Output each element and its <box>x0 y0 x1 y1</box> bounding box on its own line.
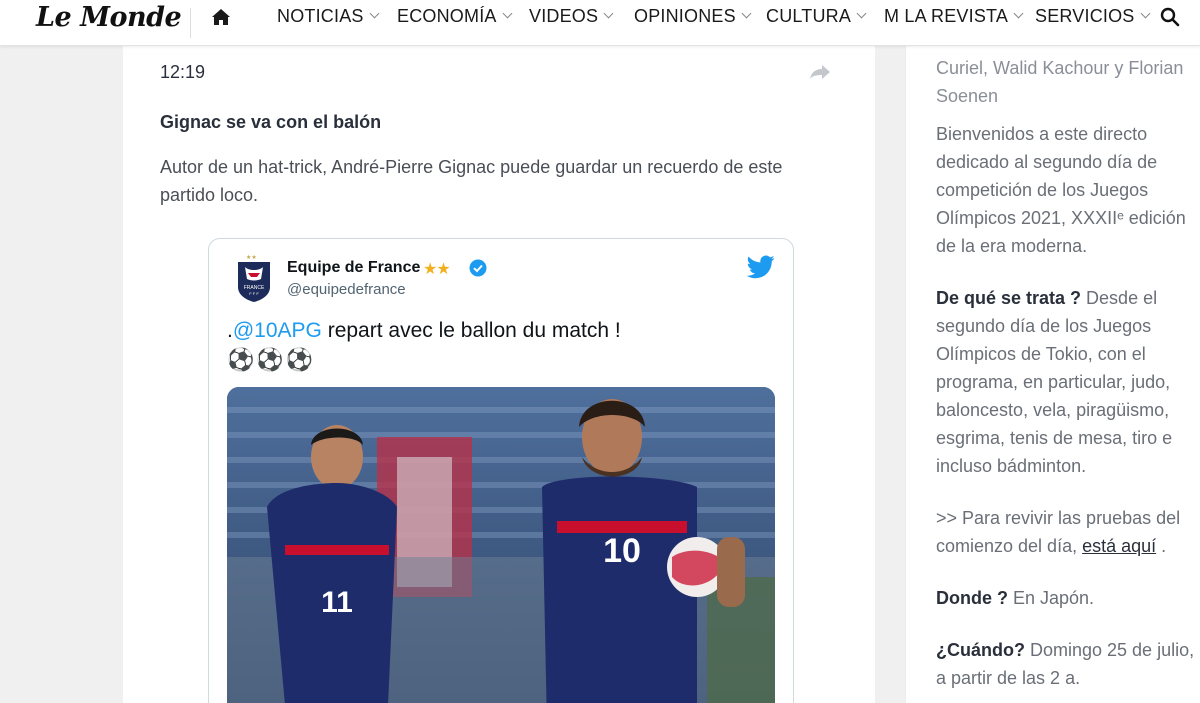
post-time: 12:19 <box>160 62 206 82</box>
tweet-author-name[interactable]: Equipe de France <box>287 259 420 277</box>
players-photo-illustration: 11 10 <box>227 387 775 703</box>
what-label: De qué se trata ? <box>936 288 1082 308</box>
where-label: Donde ? <box>936 588 1008 608</box>
nav-divider <box>190 8 191 38</box>
when-label: ¿Cuándo? <box>936 640 1025 660</box>
jersey-number-left: 11 <box>321 586 353 619</box>
site-logo[interactable]: Le Monde <box>36 2 182 33</box>
mention-link[interactable]: @10APG <box>233 319 322 342</box>
nav-item-opiniones[interactable]: OPINIONES <box>634 6 752 27</box>
authors-text: Curiel, Walid Kachour y Florian Soenen <box>936 58 1184 106</box>
nav-item-videos[interactable]: VIDEOS <box>529 6 614 27</box>
post-body: Autor de un hat-trick, André-Pierre Gign… <box>160 157 783 205</box>
soccer-ball-emojis: ⚽⚽⚽ <box>227 347 316 372</box>
relive-section: >> Para revivir las pruebas del comienzo… <box>936 508 1181 556</box>
top-navigation: Le Monde NOTICIAS ECONOMÍA VIDEOS OPINIO… <box>0 0 1200 46</box>
svg-text:F F F: F F F <box>249 291 259 296</box>
live-sidebar: Curiel, Walid Kachour y Florian Soenen B… <box>905 46 1200 703</box>
nav-item-noticias[interactable]: NOTICIAS <box>277 6 380 27</box>
chevron-down-icon <box>1140 8 1150 19</box>
jersey-number-right: 10 <box>603 532 641 570</box>
home-icon[interactable] <box>210 6 232 28</box>
live-post: 12:19 Gignac se va con el balón Autor de… <box>123 46 875 703</box>
post-headline: Gignac se va con el balón <box>160 112 382 132</box>
what-section: De qué se trata ? Desde el segundo día d… <box>936 288 1173 476</box>
tweet-photo[interactable]: 11 10 <box>227 387 775 703</box>
embedded-tweet[interactable]: ★★ FRANCE F F F Equipe de France ★★ @equ… <box>208 238 794 703</box>
relive-link[interactable]: está aquí <box>1082 536 1156 556</box>
nav-item-servicios[interactable]: SERVICIOS <box>1035 6 1150 27</box>
chevron-down-icon <box>856 8 867 19</box>
chevron-down-icon <box>741 8 752 19</box>
svg-text:★★: ★★ <box>246 254 257 261</box>
chevron-down-icon <box>603 8 614 19</box>
tweet-text: .@10APG repart avec le ballon du match ! <box>227 319 621 342</box>
verified-badge-icon <box>469 259 487 277</box>
share-icon[interactable] <box>809 64 831 80</box>
tweet-author-handle[interactable]: @equipedefrance <box>287 281 406 298</box>
intro-text: Bienvenidos a este directo dedicado al s… <box>936 124 1186 256</box>
nav-item-economia[interactable]: ECONOMÍA <box>397 6 513 27</box>
twitter-bird-icon[interactable] <box>747 255 775 279</box>
stars-emoji: ★★ <box>423 261 451 278</box>
fff-crest-avatar[interactable]: ★★ FRANCE F F F <box>235 253 273 303</box>
search-icon[interactable] <box>1160 7 1180 27</box>
chevron-down-icon <box>502 8 513 19</box>
where-section: Donde ? En Japón. <box>936 588 1095 608</box>
chevron-down-icon <box>1013 8 1024 19</box>
chevron-down-icon <box>369 8 380 19</box>
nav-item-m-la-revista[interactable]: M LA REVISTA <box>884 6 1024 27</box>
when-section: ¿Cuándo? Domingo 25 de julio, a partir d… <box>936 640 1195 688</box>
nav-item-cultura[interactable]: CULTURA <box>766 6 867 27</box>
